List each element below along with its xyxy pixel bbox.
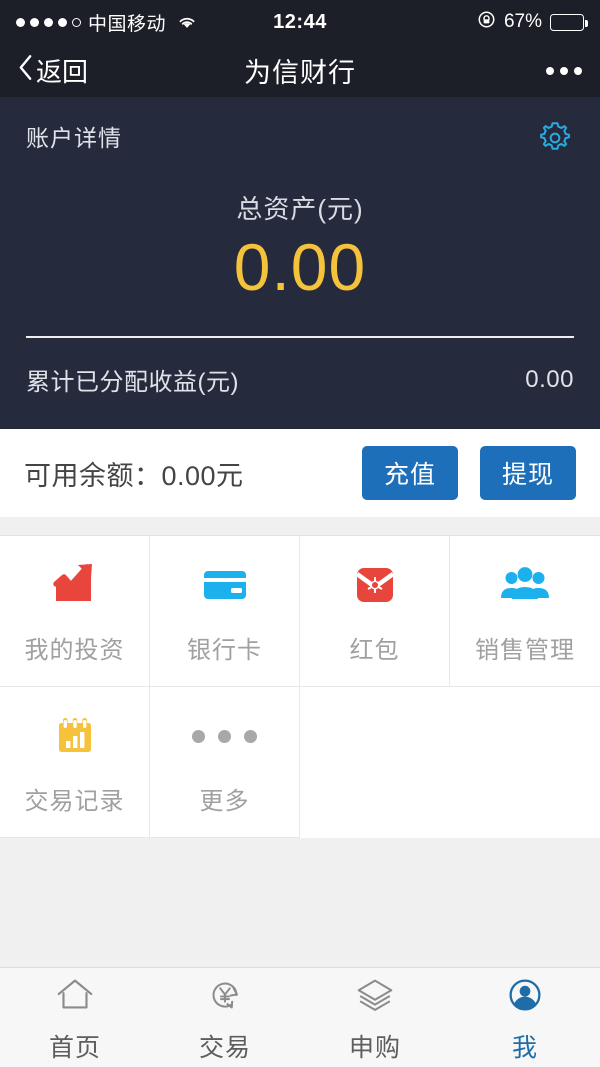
feature-grid: 我的投资 银行卡 红包 销售管理 交易记录 更多 [0,535,600,838]
grid-item-sales-management[interactable]: 销售管理 [450,536,600,687]
account-summary-panel: 账户详情 总资产(元) 0.00 累计已分配收益(元) 0.00 [0,97,600,429]
available-balance-row: 可用余额：0.00元 充值 提现 [0,429,600,517]
tab-label: 首页 [48,1034,101,1062]
total-assets-label: 总资产(元) [236,194,364,224]
balance-actions: 充值 提现 [361,446,576,500]
user-circle-icon [501,971,549,1019]
rotation-lock-icon [477,10,496,35]
tab-label: 交易 [198,1034,251,1062]
chevron-left-icon [18,54,33,88]
more-dots-icon [192,708,257,764]
status-bar-left: 中国移动 [16,9,273,36]
status-bar-right: 67% [327,10,588,35]
navigation-bar: 返回 为信财行 [0,44,600,97]
distributed-income-label: 累计已分配收益(元) [26,369,239,396]
tab-trade[interactable]: 交易 [150,968,300,1067]
signal-strength-icon [16,17,81,27]
yen-refresh-icon [201,971,249,1019]
grid-item-red-envelope[interactable]: 红包 [300,536,450,687]
battery-icon [550,13,588,31]
grid-item-more[interactable]: 更多 [150,687,300,838]
tab-me[interactable]: 我 [450,968,600,1067]
total-assets-block: 总资产(元) 0.00 [26,189,574,300]
grid-item-bank-card[interactable]: 银行卡 [150,536,300,687]
tab-label: 我 [511,1034,538,1062]
withdraw-button[interactable]: 提现 [479,446,576,500]
status-bar-time: 12:44 [273,10,327,33]
grid-item-label: 更多 [199,788,250,815]
bottom-tab-bar: 首页 交易 申购 我 [0,967,600,1067]
more-options-button[interactable] [546,66,582,75]
available-balance-label: 可用余额：0.00元 [24,460,244,491]
grid-item-label: 银行卡 [187,637,262,664]
total-assets-value: 0.00 [233,230,367,304]
account-divider [26,336,574,338]
recharge-button[interactable]: 充值 [361,446,458,500]
settings-button[interactable] [536,119,574,157]
content-empty-area [0,838,600,967]
status-bar: 中国移动 12:44 67% [0,0,600,44]
chart-arrow-up-icon [47,557,103,613]
grid-item-label: 红包 [349,637,400,664]
carrier-name: 中国移动 [88,13,167,35]
grid-cell-empty [300,687,450,838]
gear-icon [540,122,570,150]
distributed-income-row: 累计已分配收益(元) 0.00 [26,362,574,397]
account-header: 账户详情 [26,119,574,157]
back-button-label: 返回 [36,57,89,87]
grid-item-transaction-records[interactable]: 交易记录 [0,687,150,838]
section-gap [0,517,600,535]
tab-label: 申购 [348,1034,401,1062]
home-icon [51,971,99,1019]
grid-item-my-investment[interactable]: 我的投资 [0,536,150,687]
page-title: 为信财行 [244,58,356,88]
distributed-income-value: 0.00 [525,365,574,393]
tab-home[interactable]: 首页 [0,968,150,1067]
grid-item-label: 交易记录 [24,788,125,815]
grid-cell-empty [450,687,600,838]
back-button[interactable]: 返回 [18,52,88,89]
layers-icon [351,971,399,1019]
tab-subscribe[interactable]: 申购 [300,968,450,1067]
app-screen: 中国移动 12:44 67% 返回 为信财行 账户详情 总资产(元) 0.00 … [0,0,600,1067]
grid-item-label: 我的投资 [24,637,125,664]
account-section-title: 账户详情 [26,125,122,151]
people-group-icon [497,557,553,613]
calendar-chart-icon [47,708,103,764]
wifi-icon [176,14,198,30]
bank-card-icon [197,557,253,613]
grid-item-label: 销售管理 [475,637,575,664]
red-envelope-icon [347,557,403,613]
battery-percent: 67% [503,11,542,32]
